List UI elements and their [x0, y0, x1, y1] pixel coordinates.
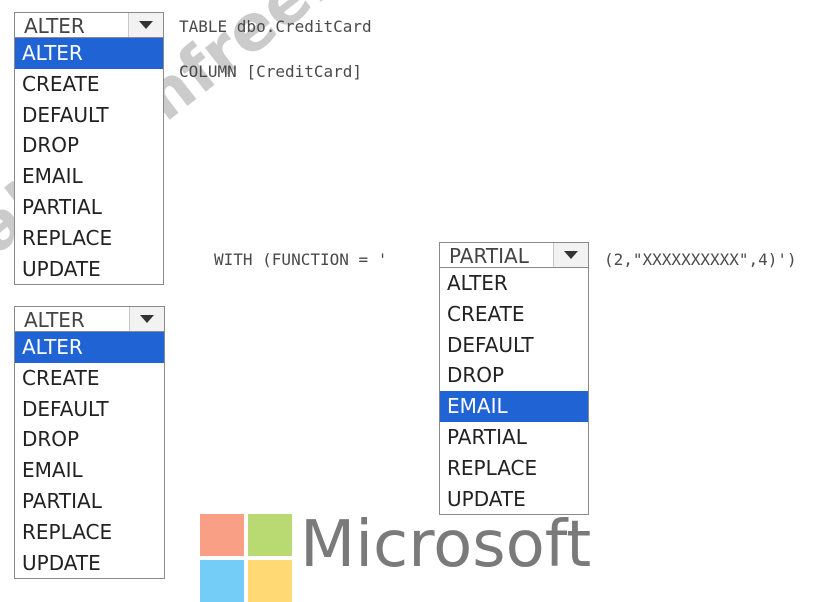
- code-with-prefix: WITH (FUNCTION = ': [214, 250, 388, 269]
- dropdown-option-default[interactable]: DEFAULT: [15, 394, 164, 425]
- logo-square-green: [248, 514, 292, 556]
- dropdown-options-list: ALTER CREATE DEFAULT DROP EMAIL PARTIAL REPLAC…: [14, 332, 165, 580]
- dropdown-toggle-button[interactable]: [129, 307, 164, 331]
- logo-square-yellow: [248, 560, 292, 602]
- dropdown-selected-value: ALTER: [24, 14, 85, 38]
- microsoft-wordmark: Microsoft: [300, 508, 592, 582]
- dropdown-option-replace[interactable]: REPLACE: [15, 517, 164, 548]
- code-table-line: TABLE dbo.CreditCard: [179, 17, 372, 36]
- dropdown-toggle-button[interactable]: [553, 243, 588, 267]
- dropdown-option-email[interactable]: EMAIL: [440, 391, 588, 422]
- dropdown-options-list: ALTER CREATE DEFAULT DROP EMAIL PARTIAL REPLAC…: [439, 268, 589, 516]
- dropdown-masking-function-select[interactable]: PARTIAL: [439, 242, 589, 268]
- dropdown-option-update[interactable]: UPDATE: [15, 254, 163, 285]
- dropdown-statement-type[interactable]: ALTER ALTER CREATE DEFAULT DROP EMAIL PARTIAL…: [14, 12, 164, 286]
- chevron-down-icon: [140, 315, 154, 323]
- chevron-down-icon: [139, 21, 153, 29]
- dropdown-option-create[interactable]: CREATE: [15, 363, 164, 394]
- dropdown-option-email[interactable]: EMAIL: [15, 161, 163, 192]
- logo-square-blue: [200, 560, 244, 602]
- dropdown-option-alter[interactable]: ALTER: [440, 268, 588, 299]
- dropdown-option-drop[interactable]: DROP: [15, 424, 164, 455]
- dropdown-option-default[interactable]: DEFAULT: [440, 330, 588, 361]
- dropdown-option-drop[interactable]: DROP: [15, 130, 163, 161]
- microsoft-logo: [200, 514, 292, 602]
- dropdown-option-update[interactable]: UPDATE: [15, 548, 164, 579]
- dropdown-option-create[interactable]: CREATE: [440, 299, 588, 330]
- dropdown-option-drop[interactable]: DROP: [440, 360, 588, 391]
- dropdown-masking-function[interactable]: PARTIAL ALTER CREATE DEFAULT DROP EMAIL PARTI…: [439, 242, 589, 516]
- dropdown-action-select[interactable]: ALTER: [14, 306, 165, 332]
- dropdown-option-alter[interactable]: ALTER: [15, 332, 164, 363]
- dropdown-toggle-button[interactable]: [128, 13, 163, 37]
- dropdown-option-partial[interactable]: PARTIAL: [440, 422, 588, 453]
- chevron-down-icon: [564, 251, 578, 259]
- dropdown-option-default[interactable]: DEFAULT: [15, 100, 163, 131]
- dropdown-option-replace[interactable]: REPLACE: [440, 453, 588, 484]
- dropdown-options-list: ALTER CREATE DEFAULT DROP EMAIL PARTIAL REPLAC…: [14, 38, 164, 286]
- dropdown-option-replace[interactable]: REPLACE: [15, 223, 163, 254]
- dropdown-option-create[interactable]: CREATE: [15, 69, 163, 100]
- dropdown-option-partial[interactable]: PARTIAL: [15, 192, 163, 223]
- dropdown-action[interactable]: ALTER ALTER CREATE DEFAULT DROP EMAIL PARTIAL…: [14, 306, 165, 580]
- dropdown-selected-value: PARTIAL: [449, 244, 529, 268]
- code-with-suffix: (2,"XXXXXXXXXX",4)'): [604, 250, 797, 269]
- dropdown-option-partial[interactable]: PARTIAL: [15, 486, 164, 517]
- dropdown-selected-value: ALTER: [24, 308, 85, 332]
- dropdown-option-alter[interactable]: ALTER: [15, 38, 163, 69]
- dropdown-statement-type-select[interactable]: ALTER: [14, 12, 164, 38]
- dropdown-option-email[interactable]: EMAIL: [15, 455, 164, 486]
- code-column-line: COLUMN [CreditCard]: [179, 62, 363, 81]
- logo-square-red: [200, 514, 244, 556]
